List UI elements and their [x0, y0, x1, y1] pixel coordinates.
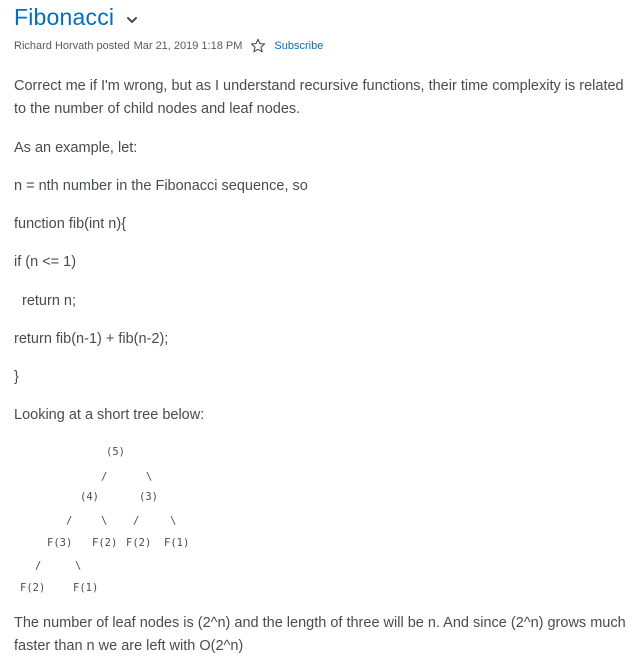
tree-node: F(2) [126, 537, 152, 549]
code-line-closing-brace: } [14, 369, 19, 385]
post-title-row: Fibonacci [14, 2, 138, 32]
tree-node: F(1) [73, 582, 99, 594]
tree-edge: \ [146, 471, 153, 483]
tree-node: (3) [139, 491, 158, 503]
tree-node: F(2) [92, 537, 118, 549]
tree-edge: / [133, 515, 140, 527]
paragraph-example: As an example, let: [14, 140, 138, 156]
code-line-return-n: return n; [22, 293, 76, 309]
post-author: Richard Horvath posted [14, 40, 130, 52]
tree-edge: \ [75, 560, 82, 572]
code-line-signature: function fib(int n){ [14, 216, 127, 232]
post-meta: Richard Horvath posted Mar 21, 2019 1:18… [14, 38, 323, 54]
paragraph-conclusion: The number of leaf nodes is (2^n) and th… [14, 615, 626, 654]
tree-node: (4) [80, 491, 99, 503]
star-icon[interactable] [250, 38, 266, 54]
tree-node: F(1) [164, 537, 190, 549]
tree-edge: \ [170, 515, 177, 527]
tree-node: F(3) [47, 537, 73, 549]
post-title: Fibonacci [14, 3, 115, 30]
code-line-condition: if (n <= 1) [14, 254, 77, 270]
paragraph-intro: Correct me if I'm wrong, but as I unders… [14, 78, 624, 117]
tree-edge: \ [101, 515, 108, 527]
chevron-down-icon[interactable] [126, 14, 138, 26]
tree-edge: / [66, 515, 73, 527]
tree-edge: / [101, 471, 108, 483]
subscribe-link[interactable]: Subscribe [274, 40, 323, 52]
paragraph-tree-intro: Looking at a short tree below: [14, 407, 205, 423]
tree-node: (5) [106, 446, 125, 458]
code-line-return-recursive: return fib(n-1) + fib(n-2); [14, 331, 169, 347]
post-date: Mar 21, 2019 1:18 PM [133, 40, 243, 52]
tree-edge: / [35, 560, 42, 572]
tree-node: F(2) [20, 582, 46, 594]
paragraph-definition: n = nth number in the Fibonacci sequence… [14, 178, 308, 194]
